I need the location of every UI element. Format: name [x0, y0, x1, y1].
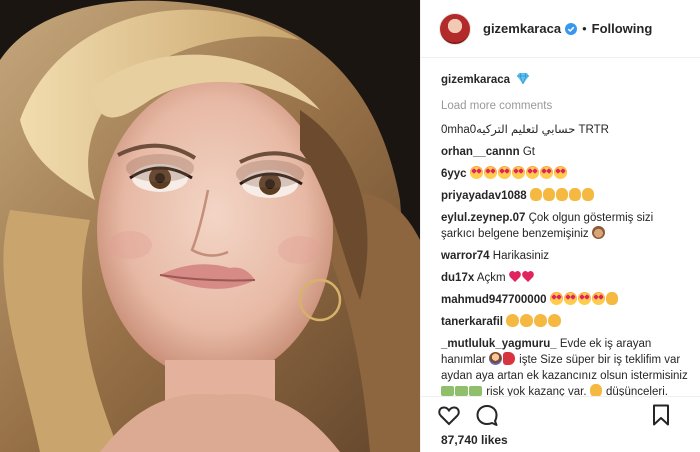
comment-username[interactable]: du17x	[441, 272, 474, 284]
clap-emoji-icon	[506, 314, 562, 328]
comment-item: mahmud947700000	[441, 292, 689, 308]
comment-item: 0mha0حسابي لتعليم التركيه TRTR	[441, 122, 689, 138]
instagram-post: gizemkaraca • Following gizemkaraca Load…	[0, 0, 700, 452]
following-button[interactable]: Following	[592, 21, 653, 36]
selfie-image	[0, 0, 420, 452]
heart-eyes-emoji-icon	[549, 292, 619, 306]
comment-username[interactable]: 6yyc	[441, 168, 467, 180]
post-sidebar: gizemkaraca • Following gizemkaraca Load…	[420, 0, 700, 452]
post-photo[interactable]	[0, 0, 420, 452]
see-no-evil-monkey-icon	[591, 226, 605, 239]
red-heart-icon	[508, 271, 521, 282]
comment-item: tanerkarafil	[441, 314, 689, 330]
like-heart-icon[interactable]	[437, 403, 461, 427]
header-separator: •	[582, 21, 587, 36]
comment-text: Gt	[522, 146, 535, 158]
comment-username[interactable]: eylul.zeynep.07	[441, 212, 525, 224]
comment-username[interactable]: priyayadav1088	[441, 190, 527, 202]
ok-hand-emoji-icon	[529, 188, 595, 202]
comment-username[interactable]: mahmud947700000	[441, 294, 546, 306]
red-heart-icon	[521, 271, 534, 282]
money-icon	[441, 386, 454, 396]
comment-text: 0mha0حسابي لتعليم التركيه TRTR	[441, 124, 609, 136]
comment-text: Açkm	[476, 272, 506, 284]
comment-item: priyayadav1088	[441, 188, 689, 204]
woman-raising-hand-icon	[488, 352, 502, 365]
likes-count[interactable]: 87,740 likes	[441, 433, 508, 447]
load-more-comments-link[interactable]: Load more comments	[441, 98, 689, 114]
post-header: gizemkaraca • Following	[421, 0, 700, 58]
header-username[interactable]: gizemkaraca	[483, 21, 561, 36]
comment-item: orhan__cannn Gt	[441, 144, 689, 160]
comment-item: _mutluluk_yagmuru_ Evde ek iş arayan han…	[441, 336, 689, 396]
action-bar	[421, 396, 700, 432]
comment-username[interactable]: orhan__cannn	[441, 146, 520, 158]
diamond-icon	[517, 73, 530, 84]
heart-eyes-emoji-icon	[469, 166, 568, 180]
money-icon	[455, 386, 468, 396]
comment-text: Harikasiniz	[492, 250, 550, 262]
bookmark-icon[interactable]	[649, 403, 673, 427]
avatar[interactable]	[439, 12, 471, 45]
verified-badge-icon	[565, 22, 578, 35]
post-caption: gizemkaraca	[441, 72, 689, 88]
comment-bubble-icon[interactable]	[475, 403, 499, 427]
comments-section[interactable]: gizemkaraca Load more comments 0mha0حساب…	[421, 58, 700, 396]
comment-username[interactable]: _mutluluk_yagmuru_	[441, 338, 557, 350]
caption-username[interactable]: gizemkaraca	[441, 74, 510, 86]
money-icon	[469, 386, 482, 396]
comment-item: 6yyc	[441, 166, 689, 182]
comment-username[interactable]: warror74	[441, 250, 490, 262]
comment-username[interactable]: tanerkarafil	[441, 316, 503, 328]
thumbs-up-icon	[589, 384, 602, 396]
comment-item: eylul.zeynep.07 Çok olgun göstermiş sizi…	[441, 210, 689, 242]
comment-item: warror74 Harikasiniz	[441, 248, 689, 264]
comment-item: du17x Açkm	[441, 270, 689, 286]
megaphone-icon	[502, 352, 515, 365]
comment-text: risk yok kazanç var.	[486, 386, 587, 396]
